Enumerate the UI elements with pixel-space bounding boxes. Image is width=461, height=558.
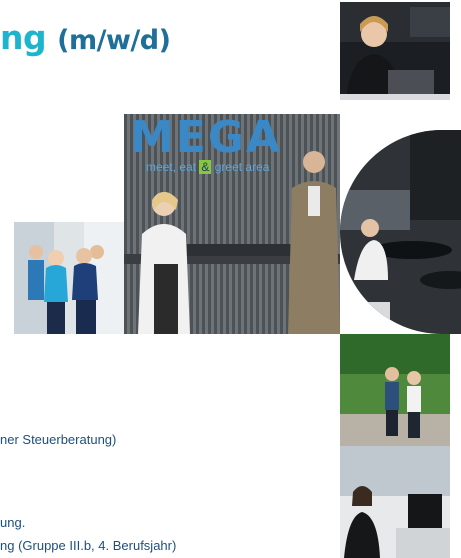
mega-meeting-photo: MEGA meet, eat & greet area xyxy=(124,114,340,334)
team-photo xyxy=(14,222,124,334)
mega-tagline-accent: & xyxy=(199,160,212,174)
mega-tagline: meet, eat & greet area xyxy=(146,160,269,174)
mega-tagline-start: meet, eat xyxy=(146,160,200,174)
text-line-3: ng (Gruppe III.b, 4. Berufsjahr) xyxy=(0,538,177,553)
office-photo xyxy=(340,130,461,334)
woman-at-desk-photo xyxy=(340,2,450,100)
mega-tagline-end: greet area xyxy=(211,160,270,174)
text-line-2: ung. xyxy=(0,515,26,530)
job-title-gender-tag: (m/w/d) xyxy=(57,25,171,56)
job-title-text: ng xyxy=(0,18,47,57)
mega-logo: MEGA xyxy=(130,114,283,163)
job-title-heading: ng (m/w/d) xyxy=(0,18,171,61)
reception-photo xyxy=(340,446,450,558)
outdoor-walk-photo xyxy=(340,334,450,446)
text-line-1: ner Steuerberatung) xyxy=(0,432,117,447)
